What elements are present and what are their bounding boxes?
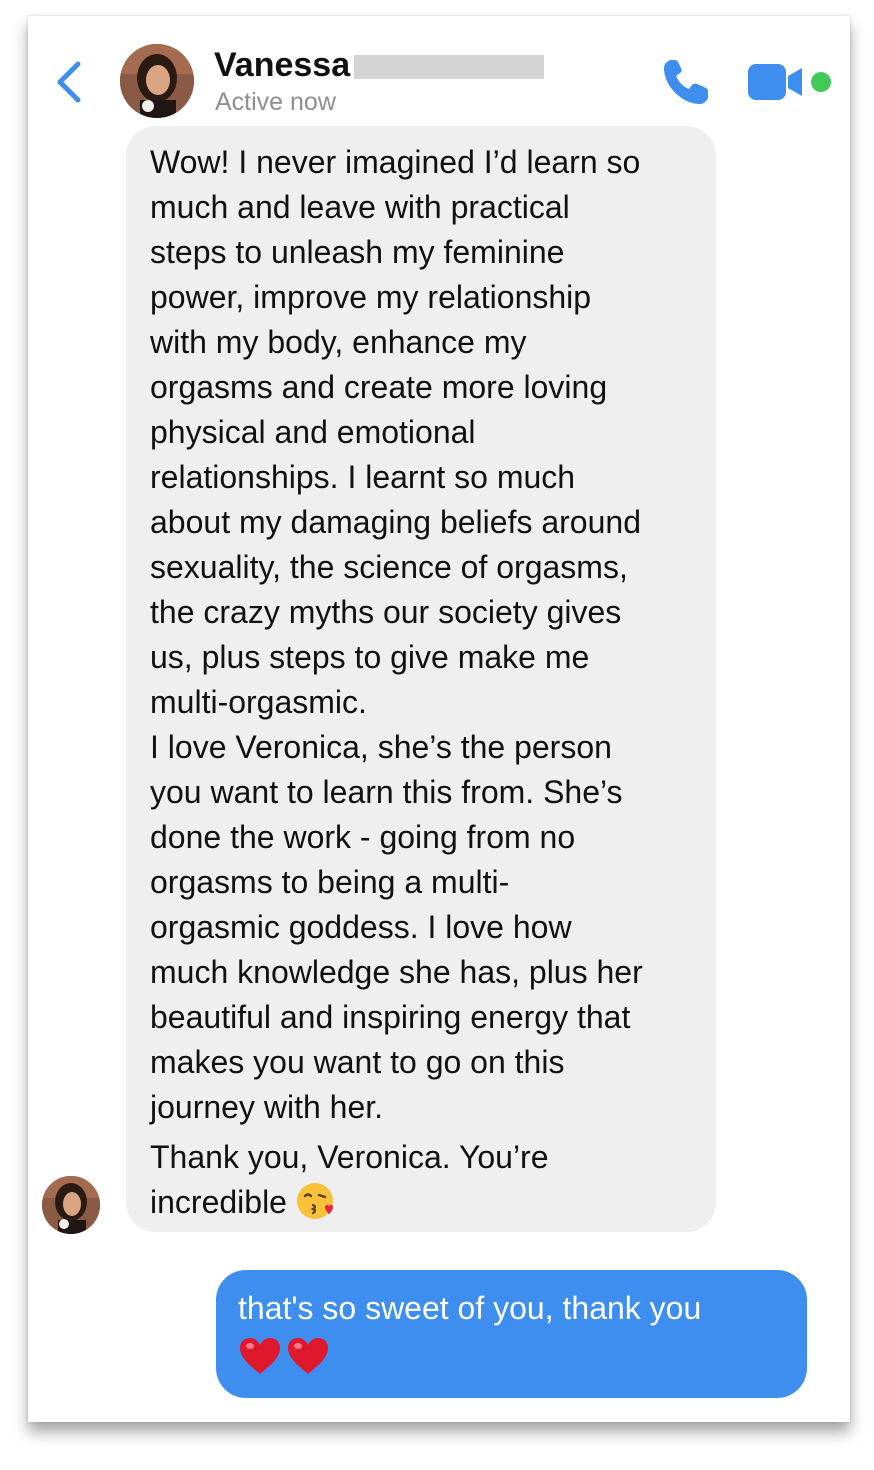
message-paragraph: Wow! I never imagined I’d learn so much …: [150, 144, 641, 720]
phone-icon[interactable]: [660, 56, 712, 108]
red-heart-icon: [288, 1338, 328, 1374]
video-camera-icon[interactable]: [746, 62, 804, 102]
redacted-surname: [354, 55, 544, 79]
avatar-photo: [42, 1176, 100, 1234]
avatar[interactable]: [42, 1176, 100, 1234]
message-paragraph: I love Veronica, she’s the person you wa…: [150, 729, 643, 1125]
sent-message-text: that's so sweet of you, thank you: [238, 1290, 702, 1326]
message-closing-text: Thank you, Veronica. You’re incredible: [150, 1139, 549, 1220]
online-indicator: [811, 72, 831, 92]
message-paragraph: Thank you, Veronica. You’re incredible: [150, 1135, 696, 1225]
avatar-photo: [120, 44, 194, 118]
contact-name[interactable]: Vanessa: [214, 46, 350, 85]
red-heart-icon: [240, 1338, 280, 1374]
sent-message-bubble[interactable]: that's so sweet of you, thank you: [216, 1270, 807, 1398]
heart-emojis: [238, 1336, 787, 1376]
active-status: Active now: [215, 88, 336, 116]
kissing-face-with-heart-icon: [296, 1183, 333, 1219]
chevron-left-icon[interactable]: [54, 60, 84, 104]
avatar[interactable]: [120, 44, 194, 118]
received-message-bubble[interactable]: Wow! I never imagined I’d learn so much …: [126, 126, 716, 1232]
